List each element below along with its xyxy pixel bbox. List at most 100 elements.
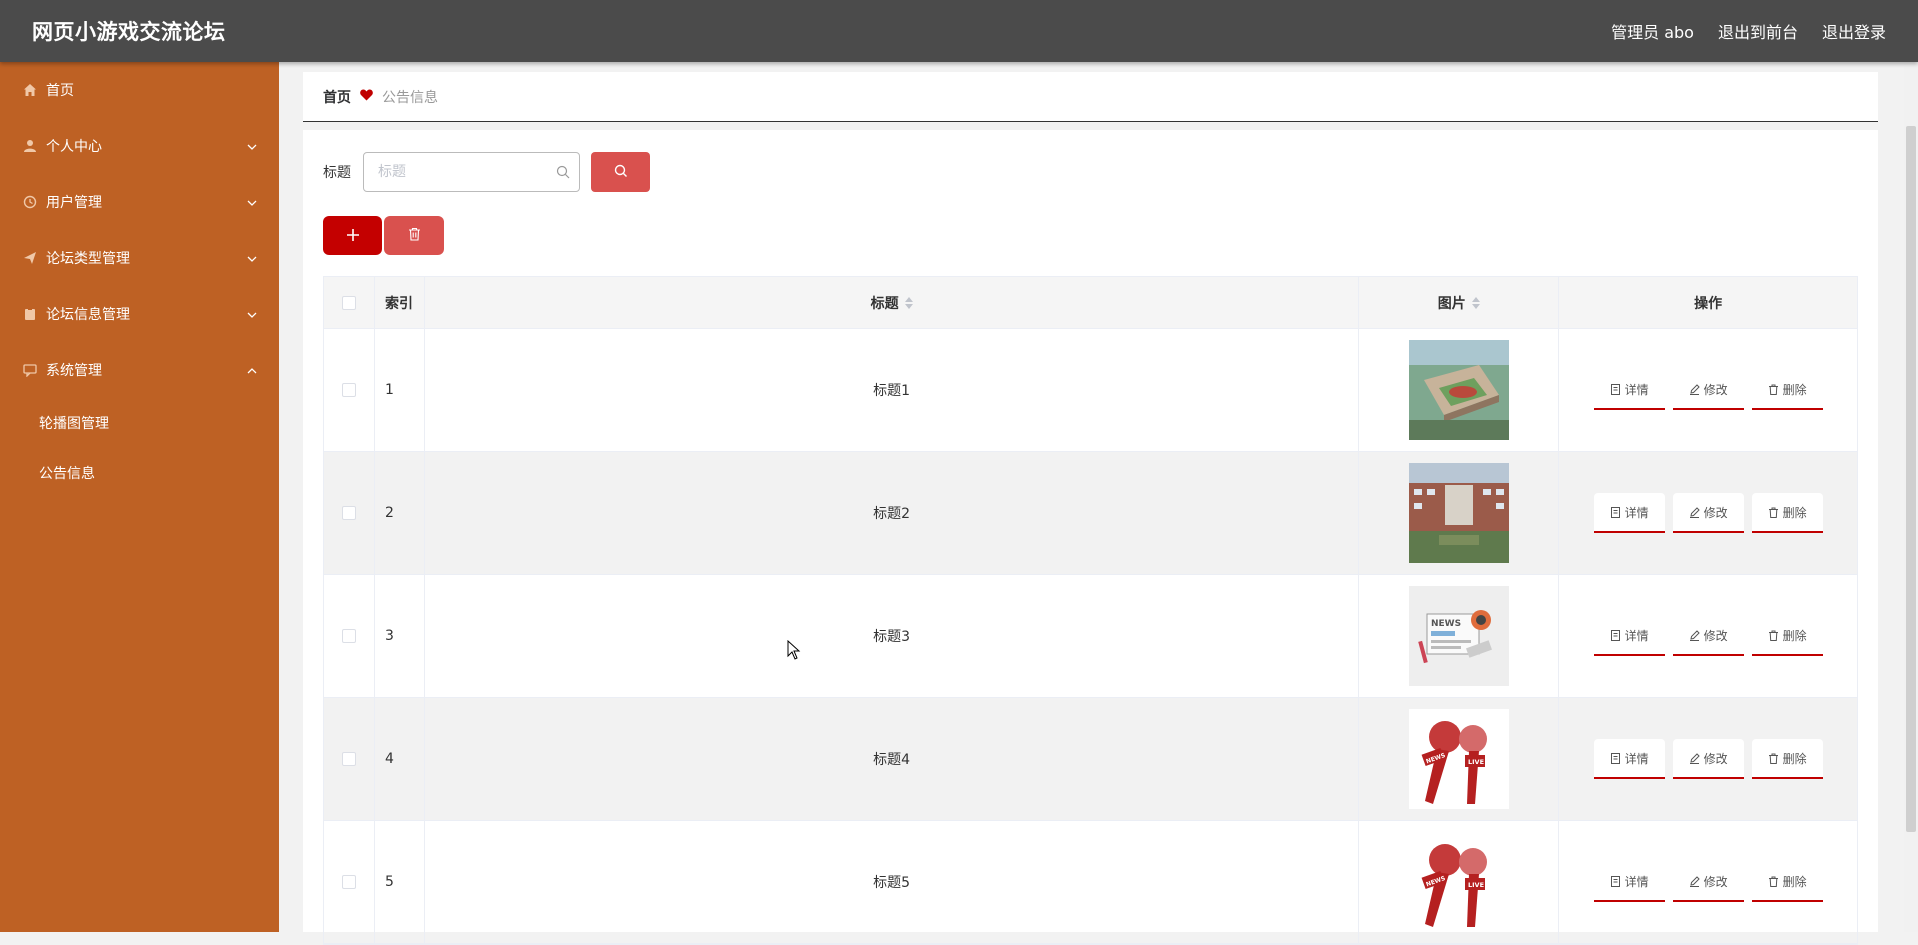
table-header: 索引 标题 图片 操作: [324, 277, 1857, 329]
chevron-down-icon: [247, 251, 257, 265]
send-icon: [22, 250, 38, 266]
delete-button[interactable]: 删除: [1751, 862, 1823, 902]
select-all-checkbox[interactable]: [341, 295, 356, 310]
scrollbar-thumb[interactable]: [1906, 126, 1916, 832]
row-checkbox[interactable]: [341, 506, 356, 520]
title-search-input[interactable]: [364, 153, 579, 191]
home-icon: [22, 82, 38, 98]
app-title: 网页小游戏交流论坛: [32, 20, 226, 44]
chevron-down-icon: [247, 195, 257, 209]
sort-icon[interactable]: [1471, 296, 1480, 309]
scrollbar-track[interactable]: [1904, 62, 1918, 932]
delete-button[interactable]: 删除: [1751, 370, 1823, 410]
delete-label: 删除: [1782, 628, 1807, 643]
breadcrumb: 首页 公告信息: [303, 72, 1878, 122]
trash-icon: [1768, 507, 1778, 518]
trash-icon: [1768, 876, 1778, 887]
document-icon: [1610, 875, 1620, 887]
trash-icon: [1768, 384, 1778, 395]
row-checkbox-cell: [324, 821, 375, 943]
row-ops: 详情 修改 删除: [1559, 329, 1857, 451]
detail-button[interactable]: 详情: [1593, 739, 1665, 779]
chevron-up-icon: [247, 363, 257, 377]
school-aerial-image: [1408, 340, 1509, 440]
sidebar-item-label: 论坛类型管理: [46, 251, 130, 267]
user-icon: [22, 138, 38, 154]
sidebar-subitem-announcements[interactable]: 公告信息: [0, 448, 279, 498]
row-image-cell: [1359, 452, 1560, 574]
action-row: [323, 216, 444, 255]
edit-button[interactable]: 修改: [1672, 370, 1744, 410]
sidebar-item-user-management[interactable]: 用户管理: [0, 174, 279, 230]
row-checkbox-cell: [324, 329, 375, 451]
search-field-wrapper: [363, 152, 580, 192]
delete-button[interactable]: 删除: [1751, 616, 1823, 656]
edit-button[interactable]: 修改: [1672, 616, 1744, 656]
trash-icon: [1768, 753, 1778, 764]
edit-button[interactable]: 修改: [1672, 739, 1744, 779]
detail-button[interactable]: 详情: [1593, 493, 1665, 533]
row-checkbox[interactable]: [341, 875, 356, 889]
add-button[interactable]: [323, 216, 382, 255]
sidebar-item-forum-info-management[interactable]: 论坛信息管理: [0, 286, 279, 342]
edit-label: 修改: [1703, 628, 1728, 643]
row-ops: 详情 修改 删除: [1559, 452, 1857, 574]
mouse-cursor-icon: [787, 640, 801, 660]
sidebar: 首页 个人中心 用户管理 论坛类型管理 论坛信息管理 系统管理 轮播图管理 公告…: [0, 62, 279, 932]
breadcrumb-home[interactable]: 首页: [323, 87, 351, 107]
table-row: 2 标题2 详情 修改 删除: [324, 452, 1857, 575]
row-checkbox-cell: [324, 452, 375, 574]
edit-button[interactable]: 修改: [1672, 862, 1744, 902]
sidebar-item-system-management[interactable]: 系统管理: [0, 342, 279, 398]
live-microphone-image: NEWS LIVE: [1408, 832, 1509, 932]
delete-button[interactable]: 删除: [1751, 493, 1823, 533]
batch-delete-button[interactable]: [384, 216, 444, 255]
delete-button[interactable]: 删除: [1751, 739, 1823, 779]
detail-button[interactable]: 详情: [1593, 370, 1665, 410]
row-checkbox[interactable]: [341, 752, 356, 766]
sidebar-item-home[interactable]: 首页: [0, 62, 279, 118]
row-image-cell: [1359, 329, 1560, 451]
search-button[interactable]: [591, 152, 650, 192]
logout-link[interactable]: 退出登录: [1822, 19, 1886, 43]
table-row: 4 标题4 NEWS LIVE 详情 修改 删除: [324, 698, 1857, 821]
search-icon: [614, 163, 628, 182]
sidebar-item-label: 论坛信息管理: [46, 307, 130, 323]
admin-user-link[interactable]: 管理员 abo: [1611, 19, 1694, 43]
row-title: 标题1: [425, 329, 1360, 451]
edit-label: 修改: [1703, 751, 1728, 766]
chevron-down-icon: [247, 139, 257, 153]
sidebar-item-forum-type-management[interactable]: 论坛类型管理: [0, 230, 279, 286]
edit-button[interactable]: 修改: [1672, 493, 1744, 533]
row-checkbox[interactable]: [341, 629, 356, 643]
table-row: 1 标题1 详情 修改 删除: [324, 329, 1857, 452]
row-index: 4: [375, 698, 425, 820]
delete-label: 删除: [1782, 505, 1807, 520]
detail-label: 详情: [1624, 382, 1649, 397]
row-ops: 详情 修改 删除: [1559, 698, 1857, 820]
row-checkbox-cell: [324, 698, 375, 820]
sidebar-subitem-carousel-management[interactable]: 轮播图管理: [0, 398, 279, 448]
clipboard-icon: [22, 306, 38, 322]
plus-icon: [346, 223, 360, 248]
detail-button[interactable]: 详情: [1593, 616, 1665, 656]
row-ops: 详情 修改 删除: [1559, 821, 1857, 943]
detail-button[interactable]: 详情: [1593, 862, 1665, 902]
heart-icon: [360, 89, 373, 105]
header-image[interactable]: 图片: [1359, 277, 1560, 328]
header-title[interactable]: 标题: [425, 277, 1360, 328]
top-header: 网页小游戏交流论坛 管理员 abo 退出到前台 退出登录: [0, 0, 1918, 62]
sidebar-item-personal-center[interactable]: 个人中心: [0, 118, 279, 174]
sort-icon[interactable]: [904, 296, 913, 309]
clock-icon: [22, 194, 38, 210]
row-ops: 详情 修改 删除: [1559, 575, 1857, 697]
search-label: 标题: [323, 165, 351, 181]
search-icon: [556, 164, 570, 179]
live-microphone-image: NEWS LIVE: [1408, 709, 1509, 809]
row-image-cell: NEWS: [1359, 575, 1560, 697]
row-index: 5: [375, 821, 425, 943]
row-checkbox[interactable]: [341, 383, 356, 397]
exit-to-frontend-link[interactable]: 退出到前台: [1718, 19, 1798, 43]
svg-text:LIVE: LIVE: [1468, 881, 1484, 889]
table-row: 5 标题5 NEWS LIVE 详情 修改 删除: [324, 821, 1857, 944]
